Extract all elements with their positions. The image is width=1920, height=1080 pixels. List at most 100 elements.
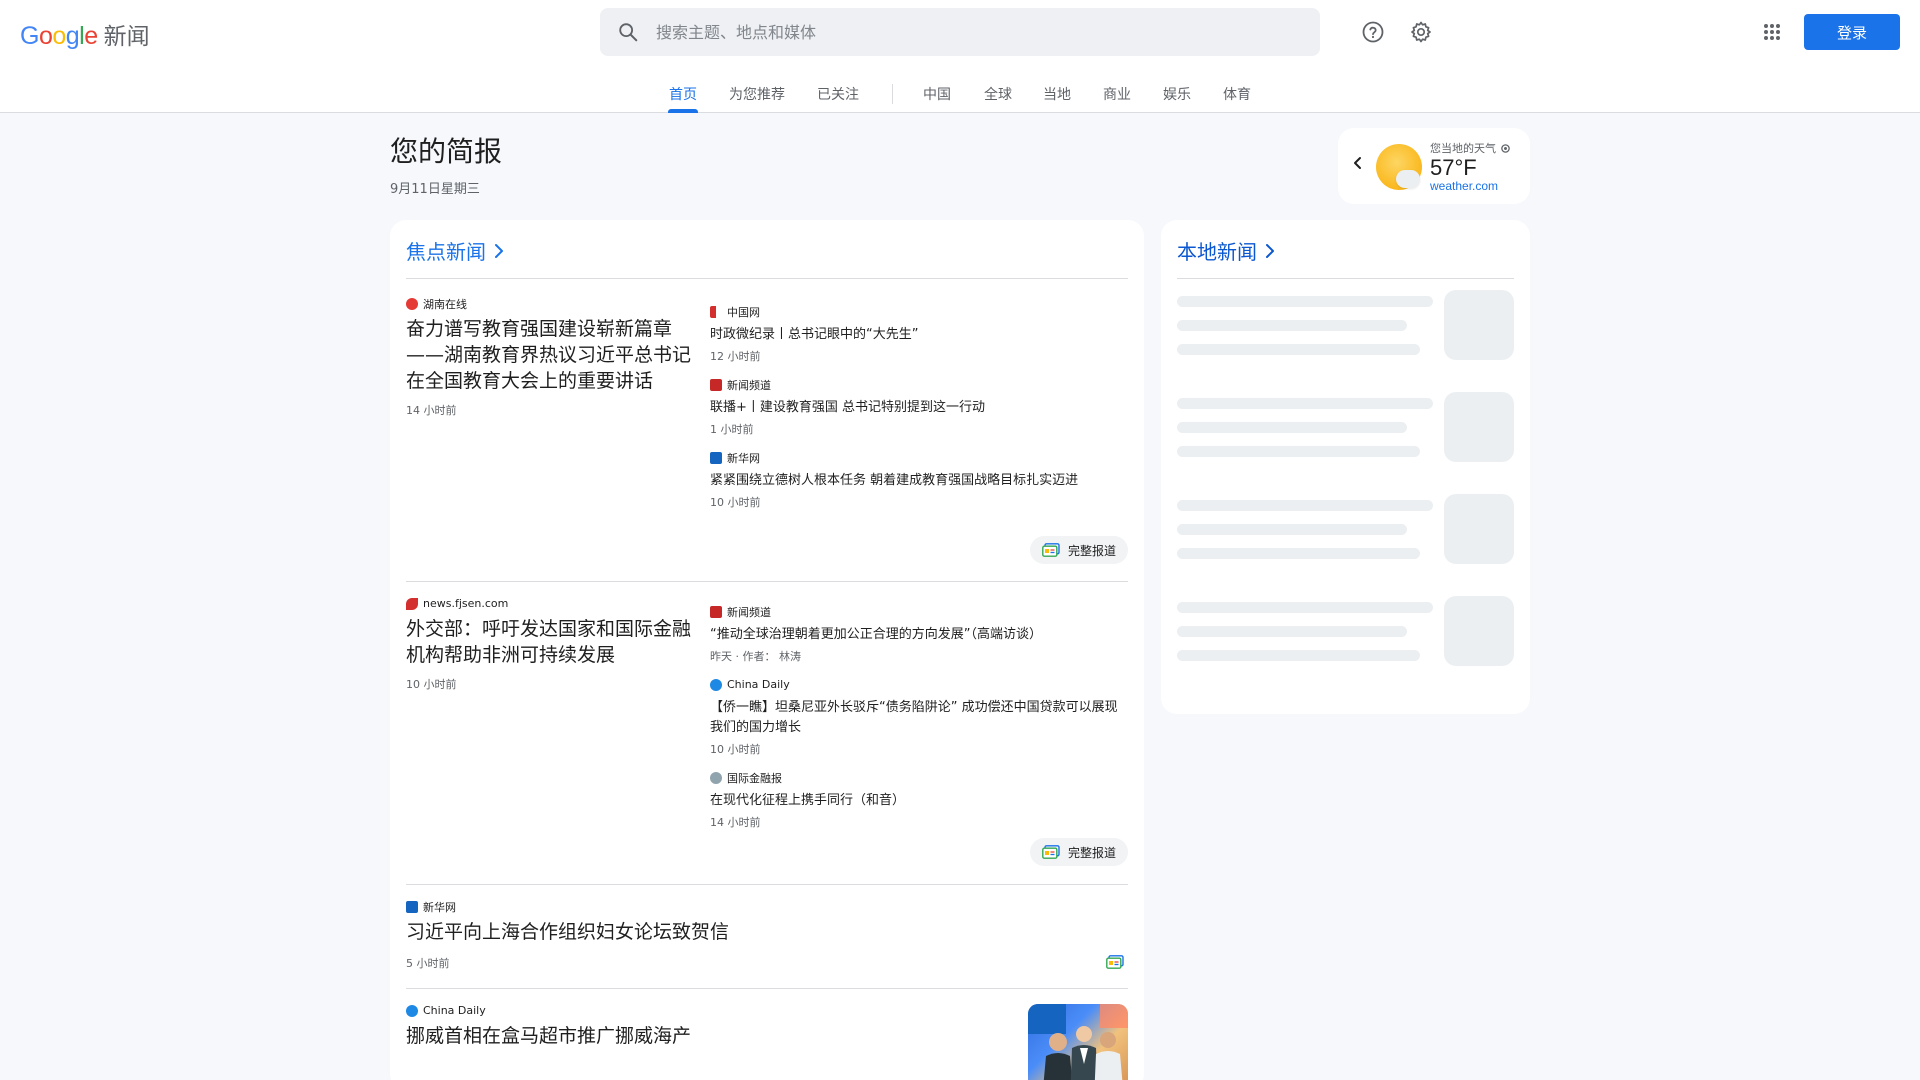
source-name: 新华网 xyxy=(423,900,456,914)
skeleton-line xyxy=(1177,344,1420,355)
publisher-logo-icon xyxy=(710,771,722,784)
timestamp: 10 小时前 xyxy=(406,678,457,691)
skeleton-image xyxy=(1444,392,1514,462)
timestamp: 12 小时前 xyxy=(710,350,761,363)
related-article[interactable]: 中国网 时政微纪录丨总书记眼中的“大先生” 12 小时前 xyxy=(710,304,1120,364)
source-row: 中国网 xyxy=(710,304,1120,319)
tab-entertainment[interactable]: 娱乐 xyxy=(1163,84,1191,104)
timestamp: 1 小时前 xyxy=(710,423,754,436)
related-article[interactable]: 新闻频道 联播+丨建设教育强国 总书记特别提到这一行动 1 小时前 xyxy=(710,377,1120,437)
headline[interactable]: 习近平向上海合作组织妇女论坛致贺信 xyxy=(406,919,1006,945)
tab-following[interactable]: 已关注 xyxy=(817,84,859,104)
skeleton-image xyxy=(1444,290,1514,360)
publisher-logo-icon xyxy=(710,305,722,318)
google-news-logo[interactable]: Google 新闻 xyxy=(20,17,150,51)
source-row: 新华网 xyxy=(406,899,1006,914)
weather-label-row: 您当地的天气 xyxy=(1430,140,1511,156)
skeleton-line xyxy=(1177,524,1407,535)
lead-article[interactable]: 新华网 习近平向上海合作组织妇女论坛致贺信 5 小时前 xyxy=(406,899,1006,971)
skeleton-line xyxy=(1177,602,1433,613)
full-coverage-button[interactable]: 完整报道 xyxy=(1029,838,1128,866)
publisher-logo-icon xyxy=(406,1004,418,1017)
headline[interactable]: 时政微纪录丨总书记眼中的“大先生” xyxy=(710,325,1120,345)
headline[interactable]: 【侨一瞧】坦桑尼亚外长驳斥“债务陷阱论” 成功偿还中国贷款可以展现我们的国力增长 xyxy=(710,698,1120,738)
source-name: 新闻频道 xyxy=(727,378,771,392)
tab-business[interactable]: 商业 xyxy=(1103,84,1131,104)
full-coverage-icon[interactable] xyxy=(1106,955,1124,974)
loading-placeholder xyxy=(1177,392,1514,464)
skeleton-line xyxy=(1177,398,1433,409)
tab-home[interactable]: 首页 xyxy=(669,84,697,104)
loading-placeholder xyxy=(1177,494,1514,566)
publisher-logo-icon xyxy=(710,678,722,691)
apps-icon[interactable] xyxy=(1752,12,1792,52)
headline[interactable]: “推动全球治理朝着更加公正合理的方向发展”（高端访谈） xyxy=(710,625,1120,645)
page-title: 您的简报 xyxy=(390,135,503,168)
search-box[interactable] xyxy=(600,8,1320,56)
chevron-left-icon[interactable] xyxy=(1352,156,1364,175)
source-row: news.fjsen.com xyxy=(406,596,696,611)
timestamp: 14 小时前 xyxy=(710,816,761,829)
local-news-heading[interactable]: 本地新闻 xyxy=(1177,236,1277,265)
lead-article[interactable]: China Daily 挪威首相在盒马超市推广挪威海产 xyxy=(406,1003,966,1049)
publisher-logo-icon xyxy=(406,900,418,913)
lead-article[interactable]: news.fjsen.com 外交部：呼吁发达国家和国际金融机构帮助非洲可持续发… xyxy=(406,596,696,692)
weather-widget[interactable]: 您当地的天气 57°F weather.com xyxy=(1338,128,1530,204)
headline[interactable]: 奋力谱写教育强国建设崭新篇章——湖南教育界热议习近平总书记在全国教育大会上的重要… xyxy=(406,316,696,394)
signin-button[interactable]: 登录 xyxy=(1804,14,1900,50)
chevron-right-icon xyxy=(1266,243,1274,258)
tab-local[interactable]: 当地 xyxy=(1043,84,1071,104)
tab-for-you[interactable]: 为您推荐 xyxy=(729,84,785,104)
briefing-date: 9月11日星期三 xyxy=(390,182,480,197)
full-coverage-button[interactable]: 完整报道 xyxy=(1029,536,1128,564)
search-input[interactable] xyxy=(656,22,1276,42)
related-articles: 新闻频道 “推动全球治理朝着更加公正合理的方向发展”（高端访谈） 昨天 · 作者… xyxy=(710,604,1120,843)
story-cluster: 新华网 习近平向上海合作组织妇女论坛致贺信 5 小时前 xyxy=(406,885,1128,989)
top-app-bar: Google 新闻 登录 首页 为您推荐 已关注 中国 全球 当地 商业 娱乐 … xyxy=(0,0,1920,113)
source-name: 湖南在线 xyxy=(423,297,467,311)
local-news-title: 本地新闻 xyxy=(1177,240,1257,264)
timestamp: 14 小时前 xyxy=(406,404,457,417)
active-tab-indicator xyxy=(668,109,698,113)
headline[interactable]: 紧紧围绕立德树人根本任务 朝着建成教育强国战略目标扎实迈进 xyxy=(710,471,1120,491)
timestamp: 5 小时前 xyxy=(406,957,450,970)
lead-article[interactable]: 湖南在线 奋力谱写教育强国建设崭新篇章——湖南教育界热议习近平总书记在全国教育大… xyxy=(406,296,696,418)
related-article[interactable]: China Daily 【侨一瞧】坦桑尼亚外长驳斥“债务陷阱论” 成功偿还中国贷… xyxy=(710,677,1120,757)
related-article[interactable]: 新闻频道 “推动全球治理朝着更加公正合理的方向发展”（高端访谈） 昨天 · 作者… xyxy=(710,604,1120,664)
story-cluster: 湖南在线 奋力谱写教育强国建设崭新篇章——湖南教育界热议习近平总书记在全国教育大… xyxy=(406,296,1128,582)
skeleton-line xyxy=(1177,296,1433,307)
publisher-logo-icon xyxy=(710,451,722,464)
headline[interactable]: 外交部：呼吁发达国家和国际金融机构帮助非洲可持续发展 xyxy=(406,616,696,668)
source-name: news.fjsen.com xyxy=(423,597,509,610)
location-icon xyxy=(1501,143,1510,153)
top-stories-heading[interactable]: 焦点新闻 xyxy=(406,236,506,265)
related-article[interactable]: 国际金融报 在现代化征程上携手同行（和音） 14 小时前 xyxy=(710,770,1120,830)
article-thumbnail[interactable] xyxy=(1028,1004,1128,1080)
skeleton-line xyxy=(1177,650,1420,661)
headline[interactable]: 联播+丨建设教育强国 总书记特别提到这一行动 xyxy=(710,398,1120,418)
skeleton-line xyxy=(1177,548,1420,559)
timestamp: 昨天 · 作者： 林涛 xyxy=(710,650,801,663)
tab-china[interactable]: 中国 xyxy=(923,84,951,104)
loading-placeholder xyxy=(1177,290,1514,362)
divider xyxy=(406,278,1128,279)
publisher-logo-icon xyxy=(406,597,418,610)
headline[interactable]: 在现代化征程上携手同行（和音） xyxy=(710,791,1120,811)
source-row: 新闻频道 xyxy=(710,604,1120,619)
related-article[interactable]: 新华网 紧紧围绕立德树人根本任务 朝着建成教育强国战略目标扎实迈进 10 小时前 xyxy=(710,450,1120,510)
source-name: 新华网 xyxy=(727,451,760,465)
skeleton-line xyxy=(1177,500,1433,511)
search-icon[interactable] xyxy=(600,21,656,43)
logo-brand: Google xyxy=(20,22,98,50)
top-stories-title: 焦点新闻 xyxy=(406,240,486,264)
loading-placeholder xyxy=(1177,596,1514,668)
tab-world[interactable]: 全球 xyxy=(984,84,1012,104)
weather-source-link[interactable]: weather.com xyxy=(1430,179,1498,193)
headline[interactable]: 挪威首相在盒马超市推广挪威海产 xyxy=(406,1023,966,1049)
weather-temperature: 57°F xyxy=(1430,155,1477,180)
help-icon[interactable] xyxy=(1353,12,1393,52)
settings-icon[interactable] xyxy=(1401,12,1441,52)
tab-sports[interactable]: 体育 xyxy=(1223,84,1251,104)
chevron-right-icon xyxy=(495,243,503,258)
publisher-logo-icon xyxy=(710,378,722,391)
